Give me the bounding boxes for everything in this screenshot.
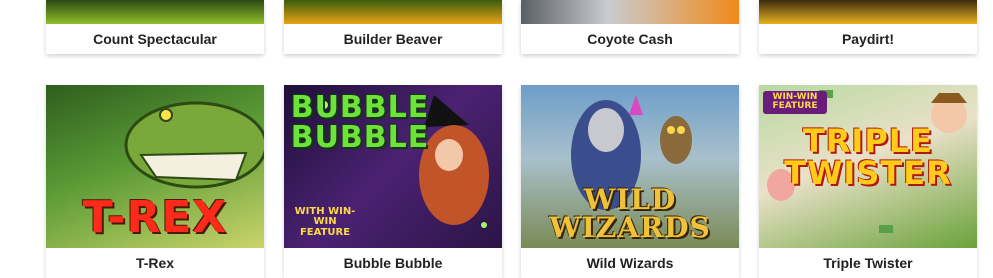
win-win-badge: WITH WIN-WIN FEATURE bbox=[294, 205, 356, 238]
game-logo-text: WILD WIZARDS bbox=[549, 183, 711, 244]
game-title: T-Rex bbox=[46, 248, 264, 278]
game-thumbnail bbox=[46, 0, 264, 24]
game-card-paydirt[interactable]: Paydirt! bbox=[759, 0, 977, 54]
game-thumbnail bbox=[759, 0, 977, 24]
game-logo-text: TRIPLE TWISTER bbox=[784, 122, 952, 192]
game-title: Triple Twister bbox=[759, 248, 977, 278]
game-thumbnail: T-REX bbox=[46, 85, 264, 248]
game-card-coyote-cash[interactable]: Coyote Cash bbox=[521, 0, 739, 54]
game-title: Builder Beaver bbox=[284, 24, 502, 54]
win-win-badge: WIN-WIN FEATURE bbox=[763, 91, 827, 114]
game-title: Coyote Cash bbox=[521, 24, 739, 54]
game-card-t-rex[interactable]: T-REX T-Rex bbox=[46, 85, 264, 278]
game-thumbnail: BUBBLE BUBBLE WITH WIN-WIN FEATURE bbox=[284, 85, 502, 248]
game-title: Count Spectacular bbox=[46, 24, 264, 54]
game-thumbnail: WILD WIZARDS bbox=[521, 85, 739, 248]
game-thumbnail bbox=[521, 0, 739, 24]
game-title: Bubble Bubble bbox=[284, 248, 502, 278]
game-thumbnail: WIN-WIN FEATURE TRIPLE TWISTER bbox=[759, 85, 977, 248]
game-title: Paydirt! bbox=[759, 24, 977, 54]
game-card-count-spectacular[interactable]: Count Spectacular bbox=[46, 0, 264, 54]
game-card-builder-beaver[interactable]: Builder Beaver bbox=[284, 0, 502, 54]
game-logo-text: T-REX bbox=[82, 192, 228, 243]
game-card-wild-wizards[interactable]: WILD WIZARDS Wild Wizards bbox=[521, 85, 739, 278]
game-card-bubble-bubble[interactable]: BUBBLE BUBBLE WITH WIN-WIN FEATURE Bubbl… bbox=[284, 85, 502, 278]
game-card-triple-twister[interactable]: WIN-WIN FEATURE TRIPLE TWISTER Triple Tw… bbox=[759, 85, 977, 278]
game-thumbnail bbox=[284, 0, 502, 24]
game-title: Wild Wizards bbox=[521, 248, 739, 278]
game-logo-text: BUBBLE BUBBLE bbox=[290, 90, 430, 155]
